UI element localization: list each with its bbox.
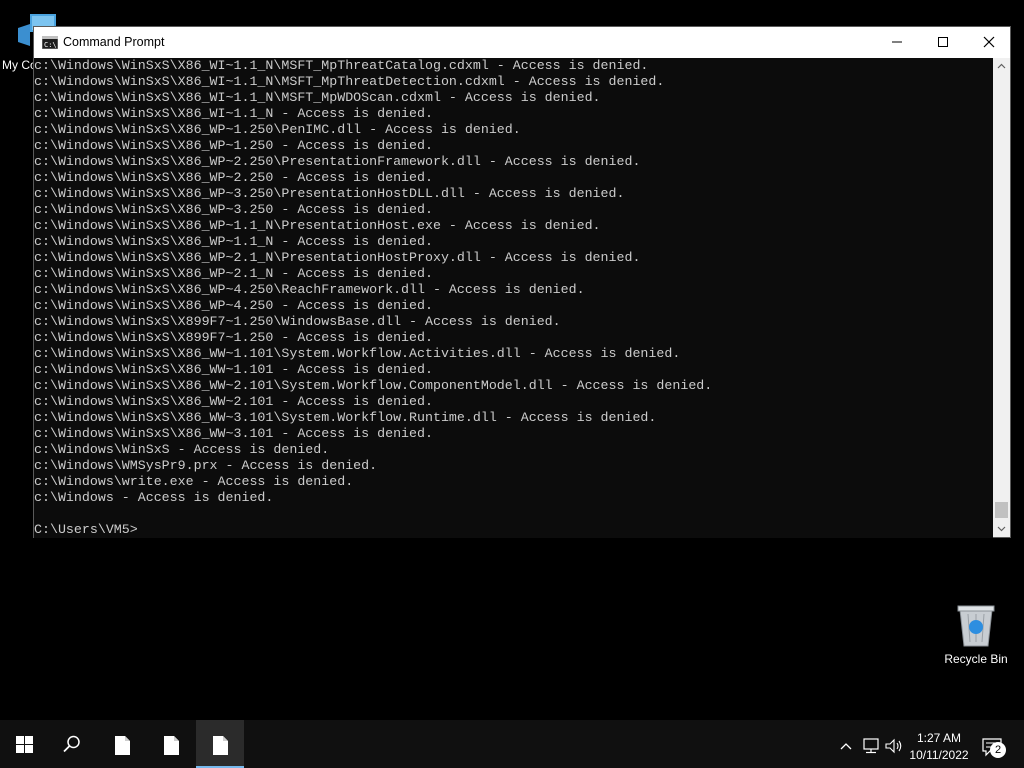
document-icon xyxy=(213,736,228,755)
action-center-button[interactable]: 2 xyxy=(980,734,1008,762)
console-line: c:\Windows\WinSxS\X86_WP~1.250\PenIMC.dl… xyxy=(34,122,521,137)
console-line: c:\Windows\WinSxS\X86_WI~1.1_N\MSFT_MpTh… xyxy=(34,58,649,73)
maximize-icon xyxy=(938,37,948,47)
console-line: c:\Windows\WinSxS\X86_WP~3.250 - Access … xyxy=(34,202,433,217)
document-icon xyxy=(115,736,130,755)
console-prompt: C:\Users\VM5> xyxy=(34,522,138,537)
console-line: c:\Windows\WinSxS\X86_WW~1.101 - Access … xyxy=(34,362,433,377)
window-title: Command Prompt xyxy=(63,35,165,49)
console-line: c:\Windows\WinSxS\X86_WP~2.1_N\Presentat… xyxy=(34,250,641,265)
console-line: c:\Windows\WinSxS\X86_WP~3.250\Presentat… xyxy=(34,186,625,201)
taskbar-app-3-active[interactable] xyxy=(196,720,244,768)
console-line: c:\Windows\WinSxS\X86_WI~1.1_N\MSFT_MpTh… xyxy=(34,74,665,89)
network-icon[interactable] xyxy=(861,738,881,754)
window-titlebar[interactable]: C:\ Command Prompt xyxy=(34,27,1010,58)
taskbar-app-2[interactable] xyxy=(147,720,195,768)
search-button[interactable] xyxy=(48,720,96,768)
console-line: c:\Windows\WinSxS\X86_WI~1.1_N\MSFT_MpWD… xyxy=(34,90,601,105)
scroll-up-button[interactable] xyxy=(993,58,1010,75)
volume-icon[interactable] xyxy=(884,738,904,754)
recycle-bin-icon xyxy=(957,605,995,647)
console-line: c:\Windows\WinSxS\X86_WP~2.250 - Access … xyxy=(34,170,433,185)
desktop-icon-recycle-bin[interactable]: Recycle Bin xyxy=(940,598,1012,672)
console-line: c:\Windows\WinSxS\X86_WW~3.101\System.Wo… xyxy=(34,410,657,425)
console-line: c:\Windows\WinSxS\X86_WP~1.250 - Access … xyxy=(34,138,433,153)
desktop-icon-label: My Co xyxy=(2,58,37,72)
system-clock[interactable]: 1:27 AM 10/11/2022 xyxy=(905,730,973,766)
clock-time: 1:27 AM xyxy=(916,731,962,745)
scrollbar-thumb[interactable] xyxy=(995,502,1008,518)
close-icon xyxy=(983,36,995,48)
console-line: c:\Windows\WinSxS\X86_WW~2.101\System.Wo… xyxy=(34,378,713,393)
console-line: c:\Windows\WinSxS - Access is denied. xyxy=(34,442,330,457)
svg-text:C:\: C:\ xyxy=(44,41,57,49)
console-line: c:\Windows\WinSxS\X86_WP~2.250\Presentat… xyxy=(34,154,641,169)
maximize-button[interactable] xyxy=(920,27,966,58)
document-icon xyxy=(164,736,179,755)
clock-date: 10/11/2022 xyxy=(909,748,969,762)
console-line: c:\Windows\WinSxS\X899F7~1.250 - Access … xyxy=(34,330,433,345)
console-line: c:\Windows\WMSysPr9.prx - Access is deni… xyxy=(34,458,378,473)
desktop-icon-label: Recycle Bin xyxy=(944,652,1008,666)
chevron-up-icon[interactable] xyxy=(838,738,854,754)
console-line: c:\Windows\WinSxS\X86_WP~2.1_N - Access … xyxy=(34,266,433,281)
minimize-button[interactable] xyxy=(874,27,920,58)
cmd-icon: C:\ xyxy=(42,36,58,49)
console-line: c:\Windows\WinSxS\X86_WP~1.1_N\Presentat… xyxy=(34,218,601,233)
windows-logo-icon xyxy=(16,736,33,753)
console-lines: c:\Windows\WinSxS\X86_WI~1.1_N\MSFT_MpTh… xyxy=(34,58,712,538)
console-line: c:\Windows\WinSxS\X86_WI~1.1_N - Access … xyxy=(34,106,433,121)
close-button[interactable] xyxy=(966,27,1012,58)
console-line: c:\Windows\write.exe - Access is denied. xyxy=(34,474,354,489)
scroll-down-button[interactable] xyxy=(993,520,1010,537)
console-line: c:\Windows - Access is denied. xyxy=(34,490,274,505)
console-line: c:\Windows\WinSxS\X86_WW~3.101 - Access … xyxy=(34,426,433,441)
command-prompt-window[interactable]: C:\ Command Prompt c:\Windows\WinSxS\X86… xyxy=(33,26,1011,538)
console-line: c:\Windows\WinSxS\X86_WP~4.250 - Access … xyxy=(34,298,433,313)
vertical-scrollbar[interactable] xyxy=(993,58,1010,537)
console-output[interactable]: c:\Windows\WinSxS\X86_WI~1.1_N\MSFT_MpTh… xyxy=(34,58,993,538)
search-icon xyxy=(63,735,80,753)
console-line: c:\Windows\WinSxS\X86_WW~1.101\System.Wo… xyxy=(34,346,681,361)
start-button[interactable] xyxy=(0,720,48,768)
chevron-up-icon xyxy=(997,63,1006,69)
chevron-down-icon xyxy=(997,526,1006,532)
console-line: c:\Windows\WinSxS\X86_WW~2.101 - Access … xyxy=(34,394,433,409)
console-blank-line xyxy=(34,506,712,522)
notification-count-badge: 2 xyxy=(990,742,1006,758)
console-line: c:\Windows\WinSxS\X899F7~1.250\WindowsBa… xyxy=(34,314,561,329)
taskbar-app-1[interactable] xyxy=(98,720,146,768)
console-line: c:\Windows\WinSxS\X86_WP~1.1_N - Access … xyxy=(34,234,433,249)
desktop: My Co Recycle Bin C:\ Command Prompt c:\… xyxy=(0,0,1024,720)
console-line: c:\Windows\WinSxS\X86_WP~4.250\ReachFram… xyxy=(34,282,585,297)
minimize-icon xyxy=(892,41,902,43)
